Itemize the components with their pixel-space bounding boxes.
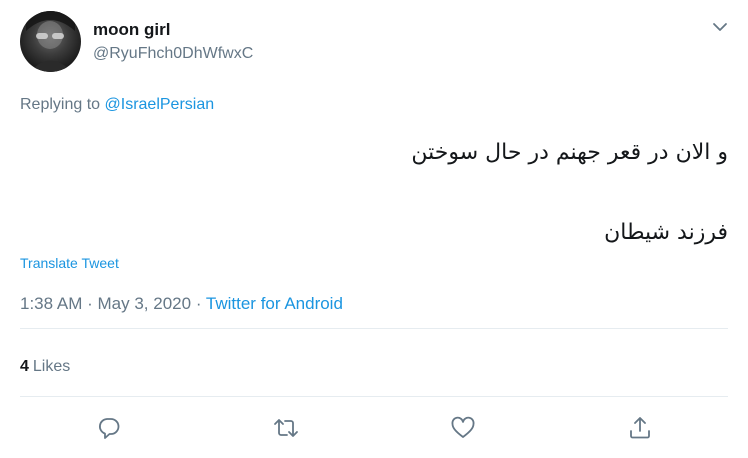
divider bbox=[20, 328, 728, 329]
divider bbox=[20, 396, 728, 397]
meta-separator: · bbox=[195, 294, 202, 313]
tweet-text-line-1: و الان در قعر جهنم در حال سوختن bbox=[411, 140, 728, 165]
tweet-meta: 1:38 AM · May 3, 2020 · Twitter for Andr… bbox=[20, 294, 343, 314]
display-name[interactable]: moon girl bbox=[93, 20, 170, 40]
avatar[interactable] bbox=[20, 11, 81, 72]
meta-separator: · bbox=[87, 294, 93, 313]
retweet-icon[interactable] bbox=[272, 414, 300, 442]
chevron-down-icon[interactable] bbox=[710, 17, 730, 37]
tweet-card: moon girl @RyuFhch0DhWfwxC Replying to @… bbox=[0, 0, 748, 458]
tweet-text-line-2: فرزند شیطان bbox=[604, 220, 728, 245]
tweet-text: و الان در قعر جهنم در حال سوختن فرزند شی… bbox=[411, 133, 728, 253]
translate-tweet-link[interactable]: Translate Tweet bbox=[20, 255, 119, 271]
mention-link[interactable]: @IsraelPersian bbox=[105, 96, 215, 113]
heart-icon[interactable] bbox=[449, 414, 477, 442]
tweet-source-link[interactable]: Twitter for Android bbox=[206, 294, 343, 313]
replying-to: Replying to @IsraelPersian bbox=[20, 96, 214, 114]
tweet-date[interactable]: May 3, 2020 bbox=[98, 294, 192, 313]
replying-to-label: Replying to bbox=[20, 96, 101, 113]
tweet-time[interactable]: 1:38 AM bbox=[20, 294, 82, 313]
likes-count: 4 bbox=[20, 358, 29, 375]
reply-icon[interactable] bbox=[95, 414, 123, 442]
share-icon[interactable] bbox=[626, 414, 654, 442]
likes-stat[interactable]: 4 Likes bbox=[20, 358, 70, 376]
user-handle[interactable]: @RyuFhch0DhWfwxC bbox=[93, 45, 253, 63]
likes-label: Likes bbox=[32, 358, 71, 375]
